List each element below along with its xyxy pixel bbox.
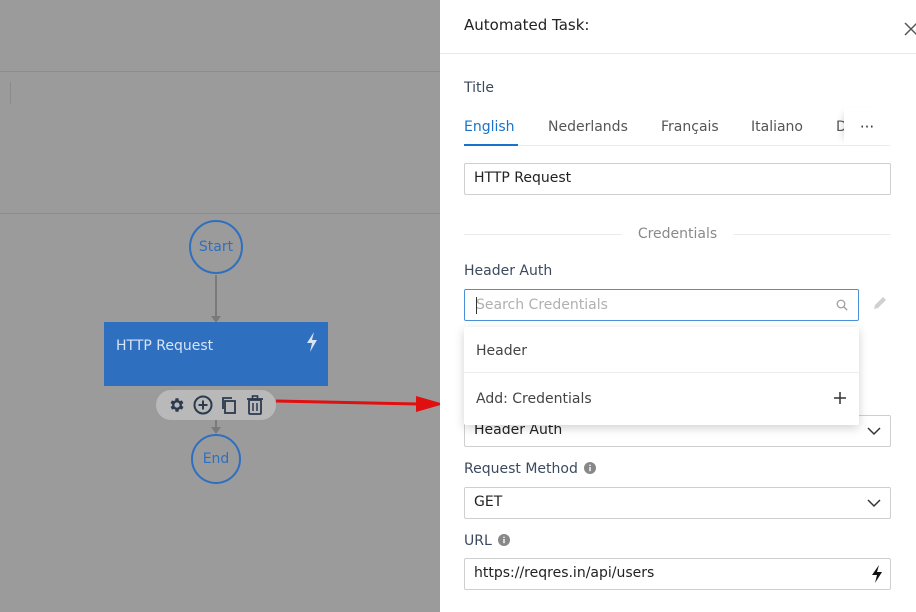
active-tab-indicator: [464, 144, 518, 146]
connector-task-end: [211, 420, 221, 434]
request-method-select[interactable]: GET: [464, 487, 891, 519]
lightning-icon[interactable]: [871, 565, 883, 583]
info-icon[interactable]: [583, 462, 596, 474]
request-method-label: Request Method: [464, 461, 596, 477]
tab-francais[interactable]: Français: [661, 119, 719, 135]
panel-title: Automated Task:: [464, 16, 590, 34]
canvas-tick: [10, 82, 11, 104]
dropdown-option-header[interactable]: Header: [464, 327, 859, 373]
language-tabs: English Nederlands Français Italiano D ·…: [464, 108, 890, 146]
credentials-divider: Credentials: [464, 224, 891, 244]
request-method-value: GET: [474, 494, 503, 510]
end-node[interactable]: End: [191, 434, 241, 484]
credentials-search[interactable]: [464, 289, 859, 321]
url-input[interactable]: https://reqres.in/api/users: [464, 558, 891, 590]
title-input[interactable]: HTTP Request: [464, 163, 891, 195]
dropdown-option-label: Add: Credentials: [476, 391, 592, 407]
panel-header: Automated Task:: [440, 0, 916, 54]
http-request-node[interactable]: HTTP Request: [104, 322, 328, 386]
workflow-canvas: Start HTTP Request End: [0, 0, 444, 612]
url-input-value: https://reqres.in/api/users: [474, 565, 655, 581]
start-node-label: Start: [198, 239, 234, 255]
end-node-label: End: [202, 451, 230, 467]
header-auth-label: Header Auth: [464, 263, 553, 279]
red-pointer-arrow: [276, 396, 444, 412]
trash-icon[interactable]: [245, 395, 265, 415]
title-input-value: HTTP Request: [474, 170, 572, 186]
node-toolbar: [156, 390, 276, 420]
plus-circle-icon[interactable]: [193, 395, 213, 415]
tab-italiano[interactable]: Italiano: [751, 119, 803, 135]
more-icon: ···: [859, 117, 875, 136]
connector-start-task: [211, 275, 221, 323]
canvas-divider: [0, 71, 440, 72]
task-node-label: HTTP Request: [116, 338, 214, 354]
chevron-down-icon: [867, 499, 881, 508]
text-caret: [476, 297, 477, 314]
chevron-down-icon: [867, 427, 881, 436]
url-label-text: URL: [464, 533, 492, 549]
pencil-icon[interactable]: [872, 295, 888, 311]
dropdown-option-label: Header: [476, 343, 527, 359]
dropdown-option-add-credentials[interactable]: Add: Credentials: [464, 375, 859, 421]
automated-task-panel: Automated Task: Title English Nederlands…: [440, 0, 916, 612]
plus-icon: [834, 392, 846, 404]
canvas-divider: [0, 213, 440, 214]
search-icon: [836, 299, 848, 311]
close-icon[interactable]: [904, 22, 916, 36]
title-section-label: Title: [464, 80, 495, 96]
tab-nederlands[interactable]: Nederlands: [548, 119, 628, 135]
search-credentials-input[interactable]: [465, 290, 805, 320]
url-label: URL: [464, 533, 510, 549]
credentials-dropdown: Header Add: Credentials: [464, 327, 859, 425]
lightning-icon: [307, 332, 317, 352]
copy-icon[interactable]: [219, 395, 239, 415]
start-node[interactable]: Start: [189, 220, 243, 274]
tabs-more-button[interactable]: ···: [844, 108, 890, 145]
tab-english[interactable]: English: [464, 119, 515, 135]
request-method-label-text: Request Method: [464, 461, 578, 477]
info-icon[interactable]: [497, 534, 510, 546]
gear-icon[interactable]: [167, 395, 187, 415]
